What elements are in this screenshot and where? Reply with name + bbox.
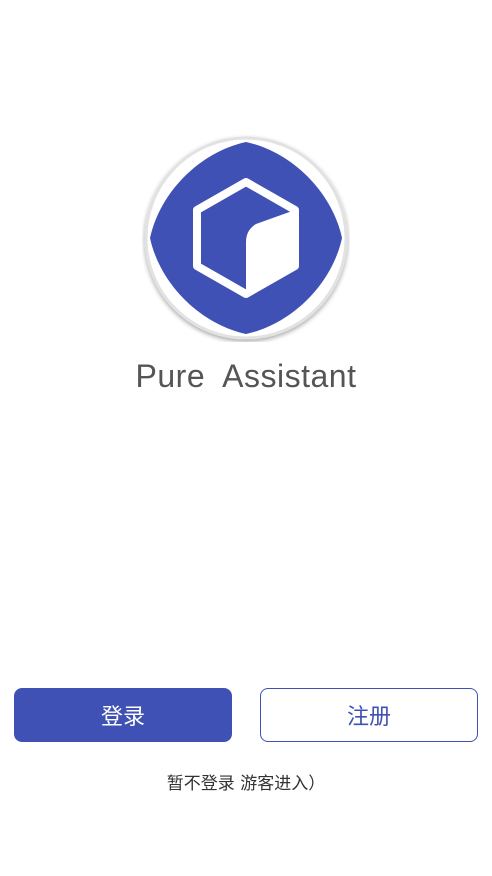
app-logo: [142, 134, 350, 342]
cube-logo-icon: [144, 136, 348, 340]
welcome-screen: Pure Assistant 登录 注册 暂不登录 游客进入）: [0, 0, 492, 876]
app-title: Pure Assistant: [135, 358, 357, 394]
login-button[interactable]: 登录: [14, 688, 232, 742]
register-button[interactable]: 注册: [260, 688, 478, 742]
guest-entry-link[interactable]: 暂不登录 游客进入）: [0, 769, 492, 794]
